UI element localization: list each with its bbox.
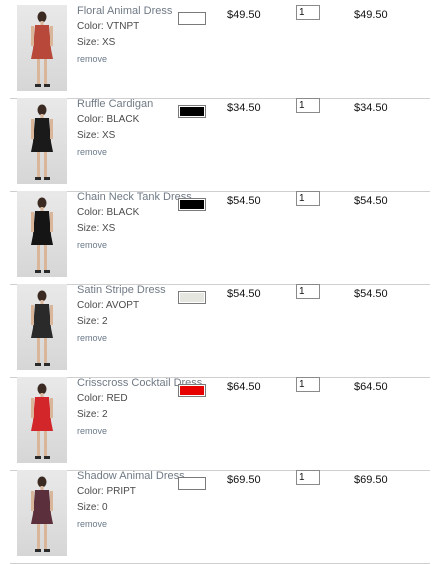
product-size: Size: XS [77,37,115,48]
product-thumbnail[interactable] [17,377,67,463]
product-name-link[interactable]: Satin Stripe Dress [77,284,166,296]
model-image [31,104,53,180]
product-name-link[interactable]: Chain Neck Tank Dress [77,191,192,203]
color-value: PRIPT [106,486,136,497]
size-label: Size: [77,37,103,48]
remove-link[interactable]: remove [77,147,107,157]
cart-item-row: Satin Stripe Dress Color: AVOPT Size: 2 rem… [10,284,430,378]
product-color: Color: BLACK [77,207,139,218]
cart-item-list: Floral Animal Dress Color: VTNPT Size: XS r… [0,0,442,564]
color-value: VTNPT [106,21,140,32]
color-label: Color: [77,207,107,218]
size-value: XS [102,223,116,234]
size-label: Size: [77,223,103,234]
product-color: Color: PRIPT [77,486,136,497]
product-name-link[interactable]: Floral Animal Dress [77,5,172,17]
product-size: Size: 0 [77,502,108,513]
model-image [31,383,53,459]
product-color: Color: BLACK [77,114,139,125]
unit-price: $69.50 [227,474,261,486]
size-value: 2 [102,409,108,420]
product-name-link[interactable]: Ruffle Cardigan [77,98,153,110]
line-total: $34.50 [354,102,388,114]
color-label: Color: [77,393,107,404]
size-value: XS [102,130,116,141]
line-total: $54.50 [354,288,388,300]
color-swatch [178,477,206,490]
line-total: $49.50 [354,9,388,21]
remove-link[interactable]: remove [77,240,107,250]
product-color: Color: AVOPT [77,300,139,311]
unit-price: $64.50 [227,381,261,393]
product-thumbnail[interactable] [17,5,67,91]
remove-link[interactable]: remove [77,333,107,343]
product-size: Size: XS [77,130,115,141]
quantity-input[interactable] [296,284,320,299]
quantity-input[interactable] [296,470,320,485]
color-label: Color: [77,21,107,32]
product-size: Size: 2 [77,409,108,420]
color-swatch [178,105,206,118]
color-swatch [178,291,206,304]
cart-item-row: Chain Neck Tank Dress Color: BLACK Size: X… [10,191,430,285]
product-thumbnail[interactable] [17,284,67,370]
line-total: $64.50 [354,381,388,393]
product-size: Size: 2 [77,316,108,327]
unit-price: $34.50 [227,102,261,114]
color-swatch [178,12,206,25]
color-value: RED [106,393,128,404]
product-thumbnail[interactable] [17,191,67,277]
line-total: $69.50 [354,474,388,486]
unit-price: $49.50 [227,9,261,21]
model-image [31,197,53,273]
product-color: Color: RED [77,393,128,404]
size-value: XS [102,37,116,48]
size-value: 0 [102,502,108,513]
product-color: Color: VTNPT [77,21,139,32]
size-label: Size: [77,130,103,141]
cart-item-row: Crisscross Cocktail Dress Color: RED Size:… [10,377,430,471]
remove-link[interactable]: remove [77,426,107,436]
color-value: AVOPT [105,300,140,311]
quantity-input[interactable] [296,377,320,392]
size-label: Size: [77,502,103,513]
cart-item-row: Ruffle Cardigan Color: BLACK Size: XS remov… [10,98,430,192]
model-image [31,11,53,87]
size-label: Size: [77,316,103,327]
product-thumbnail[interactable] [17,98,67,184]
quantity-input[interactable] [296,98,320,113]
size-label: Size: [77,409,103,420]
model-image [31,476,53,552]
model-image [31,290,53,366]
color-value: BLACK [106,114,140,125]
color-swatch [178,384,206,397]
line-total: $54.50 [354,195,388,207]
color-label: Color: [77,486,107,497]
size-value: 2 [102,316,108,327]
product-name-link[interactable]: Shadow Animal Dress [77,470,185,482]
unit-price: $54.50 [227,288,261,300]
cart-item-row: Shadow Animal Dress Color: PRIPT Size: 0 re… [10,470,430,564]
color-label: Color: [77,114,107,125]
quantity-input[interactable] [296,5,320,20]
product-thumbnail[interactable] [17,470,67,556]
remove-link[interactable]: remove [77,519,107,529]
cart-item-row: Floral Animal Dress Color: VTNPT Size: XS r… [10,5,430,99]
color-value: BLACK [106,207,140,218]
color-label: Color: [77,300,106,311]
product-size: Size: XS [77,223,115,234]
color-swatch [178,198,206,211]
unit-price: $54.50 [227,195,261,207]
quantity-input[interactable] [296,191,320,206]
remove-link[interactable]: remove [77,54,107,64]
